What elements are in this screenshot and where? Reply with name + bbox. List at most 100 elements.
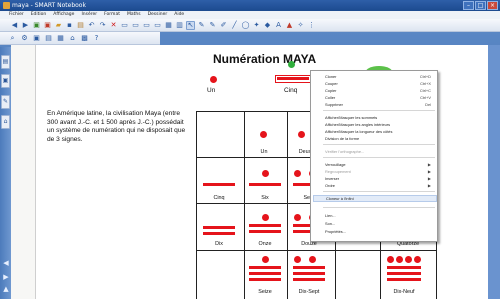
menu-separator <box>323 110 435 111</box>
table-line <box>287 111 288 299</box>
forward-icon[interactable]: ▶ <box>21 21 30 30</box>
menu-item-spellcheck[interactable]: Vérifier l'orthographe... <box>325 148 435 155</box>
menu-inserer[interactable]: Insérer <box>81 11 97 19</box>
fullscreen-icon[interactable]: ▭ <box>131 21 140 30</box>
select-icon[interactable]: ↖ <box>186 20 195 30</box>
up-arrow-icon[interactable]: ▲ <box>2 285 10 293</box>
delete-page-icon[interactable]: ▣ <box>43 21 52 30</box>
vertical-scrollbar[interactable] <box>488 45 500 299</box>
title-bar: maya - SMART Notebook – □ × <box>0 0 500 11</box>
maya-dot <box>405 256 412 263</box>
compass-icon[interactable]: ✧ <box>296 21 305 30</box>
selection-box[interactable] <box>275 75 311 83</box>
menu-item-divide-shape[interactable]: Division de la forme <box>325 135 435 142</box>
maximize-button[interactable]: □ <box>475 1 486 10</box>
rotation-handle[interactable] <box>288 61 295 68</box>
properties-tab[interactable]: ⌂ <box>1 115 10 129</box>
menu-item-lock[interactable]: Verrouillage ▶ <box>325 161 435 168</box>
capture-icon[interactable]: ▣ <box>32 34 41 43</box>
dual-page-icon[interactable]: ▭ <box>142 21 151 30</box>
maya-bar <box>249 230 281 233</box>
menu-item-clone[interactable]: Cloner Ctrl+D <box>325 73 435 80</box>
pages-tab[interactable]: ▤ <box>1 55 10 69</box>
maya-dot <box>294 256 301 263</box>
menu-dessiner[interactable]: Dessiner <box>148 11 168 19</box>
menu-item-flip[interactable]: Inverser ▶ <box>325 175 435 182</box>
paste-icon[interactable]: ▤ <box>76 21 85 30</box>
save-icon[interactable]: ▪ <box>65 21 74 30</box>
magic-pen-icon[interactable]: ✦ <box>252 21 261 30</box>
creative-pen-icon[interactable]: ✎ <box>208 21 217 30</box>
menu-item-order[interactable]: Ordre ▶ <box>325 182 435 189</box>
cell-label: Dix-Sept <box>298 289 320 295</box>
maya-dot <box>309 256 316 263</box>
menu-item-paste[interactable]: Coller Ctrl+V <box>325 94 435 101</box>
cell-label: Six <box>261 195 269 201</box>
text-icon[interactable]: A <box>274 21 283 30</box>
fill-icon[interactable]: ◆ <box>263 21 272 30</box>
maya-dot <box>294 170 301 177</box>
minimize-button[interactable]: – <box>463 1 474 10</box>
menu-item-show-angles[interactable]: Afficher/Masquer les angles intérieurs <box>325 121 435 128</box>
more-icon[interactable]: ⋮ <box>307 21 316 30</box>
table-line <box>196 250 436 251</box>
gallery-tab[interactable]: ▣ <box>1 74 10 88</box>
add-page-icon[interactable]: ▣ <box>32 21 41 30</box>
attachments-icon[interactable]: ⌂ <box>68 34 77 43</box>
menu-separator <box>323 207 435 208</box>
menu-item-copy[interactable]: Copier Ctrl+C <box>325 87 435 94</box>
close-button[interactable]: × <box>487 1 498 10</box>
screen-shade-icon[interactable]: ▭ <box>120 21 129 30</box>
attachments-tab[interactable]: ✎ <box>1 95 10 109</box>
menu-item-properties[interactable]: Propriétés... <box>325 228 435 235</box>
menu-format[interactable]: Format <box>104 11 120 19</box>
gallery-icon[interactable]: ▦ <box>56 34 65 43</box>
submenu-arrow-icon: ▶ <box>427 162 431 167</box>
maya-dot <box>294 214 301 221</box>
zoom-icon[interactable]: ⌕ <box>8 34 17 43</box>
back-icon[interactable]: ◀ <box>10 21 19 30</box>
table-icon[interactable]: ▦ <box>164 21 173 30</box>
open-icon[interactable]: ▰ <box>54 21 63 30</box>
menu-edition[interactable]: Edition <box>31 11 47 19</box>
menu-bar: Fichier Edition Affichage Insérer Format… <box>0 11 500 19</box>
maya-bar <box>293 266 325 269</box>
menu-separator <box>323 157 435 158</box>
menu-maths[interactable]: Maths <box>127 11 141 19</box>
help-icon[interactable]: ? <box>92 34 101 43</box>
menu-aide[interactable]: Aide <box>174 11 184 19</box>
eraser-icon[interactable]: ✐ <box>219 21 228 30</box>
menu-fichier[interactable]: Fichier <box>9 11 24 19</box>
menu-item-infinite-cloner[interactable]: Cloneur à l'infini <box>313 195 437 202</box>
properties-icon[interactable]: ▥ <box>175 21 184 30</box>
maya-bar <box>249 278 281 281</box>
app-icon <box>3 2 10 9</box>
menu-item-sound[interactable]: Son... <box>325 220 435 227</box>
menu-item-delete[interactable]: Supprimer Del <box>325 101 435 108</box>
menu-item-grouping[interactable]: Regroupement ▶ <box>325 168 435 175</box>
pen-icon[interactable]: ✎ <box>197 21 206 30</box>
shape-icon[interactable]: ◯ <box>241 21 250 30</box>
maya-dot <box>260 131 267 138</box>
menu-item-show-vertices[interactable]: Afficher/Masquer les sommets <box>325 114 435 121</box>
tools-icon[interactable]: ⚙ <box>20 34 29 43</box>
delete-icon[interactable]: ✕ <box>109 21 118 30</box>
property-icon[interactable]: ▩ <box>80 34 89 43</box>
maya-dot <box>210 76 217 83</box>
left-arrow-icon[interactable]: ◀ <box>2 259 10 267</box>
maya-bar <box>293 272 325 275</box>
cell-label: Un <box>260 149 268 155</box>
undo-icon[interactable]: ↶ <box>87 21 96 30</box>
menu-affichage[interactable]: Affichage <box>53 11 74 19</box>
label-un: Un <box>207 87 216 94</box>
document-camera-icon[interactable]: ▭ <box>153 21 162 30</box>
right-arrow-icon[interactable]: ▶ <box>2 273 10 281</box>
menu-item-link[interactable]: Lien... <box>325 212 435 219</box>
menu-item-show-side-lengths[interactable]: Afficher/Masquer la longueur des côtés <box>325 128 435 135</box>
measure-icon[interactable]: ▲ <box>285 21 294 30</box>
line-icon[interactable]: ╱ <box>230 21 239 30</box>
page-sorter-icon[interactable]: ▤ <box>44 34 53 43</box>
menu-item-cut[interactable]: Couper Ctrl+X <box>325 80 435 87</box>
maya-bar <box>203 232 235 235</box>
redo-icon[interactable]: ↷ <box>98 21 107 30</box>
